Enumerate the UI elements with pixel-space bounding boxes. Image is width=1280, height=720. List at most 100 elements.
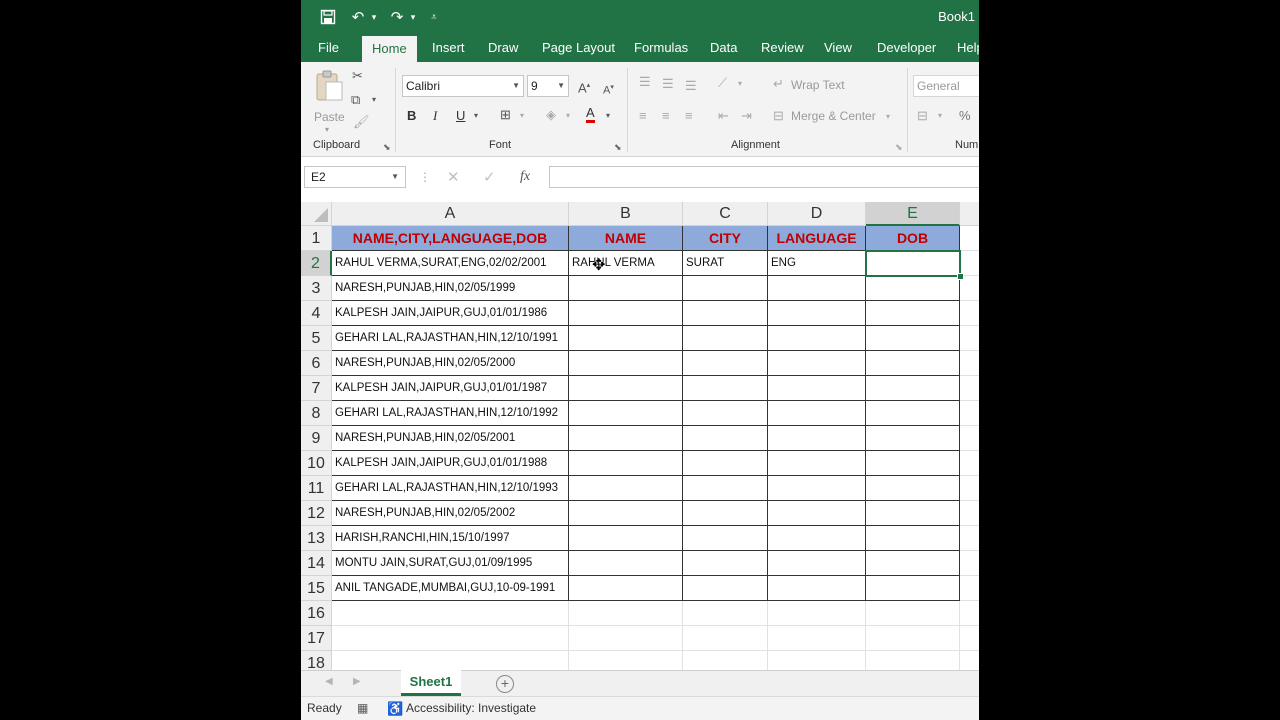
cell-f7[interactable] (960, 376, 979, 401)
cell-c10[interactable] (683, 451, 768, 476)
cell-a6[interactable]: NARESH,PUNJAB,HIN,02/05/2000 (332, 351, 569, 376)
row-header-9[interactable]: 9 (301, 426, 332, 451)
active-cell-selection[interactable] (865, 250, 961, 277)
cell-f1[interactable] (960, 226, 979, 251)
cell-b9[interactable] (569, 426, 683, 451)
merge-center-button[interactable]: Merge & Center (791, 109, 876, 123)
cell-f13[interactable] (960, 526, 979, 551)
cell-f11[interactable] (960, 476, 979, 501)
cell-b15[interactable] (569, 576, 683, 601)
cell-f10[interactable] (960, 451, 979, 476)
cell-c18[interactable] (683, 651, 768, 670)
cell-f12[interactable] (960, 501, 979, 526)
accounting-format-icon[interactable]: ⊟ (917, 108, 928, 124)
row-header-5[interactable]: 5 (301, 326, 332, 351)
customize-icon[interactable]: ⩡ (427, 0, 441, 34)
cell-d8[interactable] (768, 401, 866, 426)
tab-data[interactable]: Data (710, 34, 737, 62)
cell-f8[interactable] (960, 401, 979, 426)
cell-a4[interactable]: KALPESH JAIN,JAIPUR,GUJ,01/01/1986 (332, 301, 569, 326)
cell-d3[interactable] (768, 276, 866, 301)
cell-d15[interactable] (768, 576, 866, 601)
cell-f15[interactable] (960, 576, 979, 601)
cell-a5[interactable]: GEHARI LAL,RAJASTHAN,HIN,12/10/1991 (332, 326, 569, 351)
orientation-icon[interactable]: ⟋ (718, 75, 727, 91)
cell-d6[interactable] (768, 351, 866, 376)
cell-c3[interactable] (683, 276, 768, 301)
increase-indent-icon[interactable]: ⇥ (741, 108, 752, 124)
tab-review[interactable]: Review (761, 34, 804, 62)
cell-a14[interactable]: MONTU JAIN,SURAT,GUJ,01/09/1995 (332, 551, 569, 576)
cell-d18[interactable] (768, 651, 866, 670)
cell-c17[interactable] (683, 626, 768, 651)
row-header-1[interactable]: 1 (301, 226, 332, 251)
font-size-select[interactable]: 9 ▼ (527, 75, 569, 97)
add-sheet-button[interactable]: + (496, 675, 514, 693)
row-header-6[interactable]: 6 (301, 351, 332, 376)
cell-a18[interactable] (332, 651, 569, 670)
fill-handle[interactable] (957, 273, 964, 280)
cell-b17[interactable] (569, 626, 683, 651)
row-header-12[interactable]: 12 (301, 501, 332, 526)
row-header-13[interactable]: 13 (301, 526, 332, 551)
cell-d7[interactable] (768, 376, 866, 401)
tab-formulas[interactable]: Formulas (634, 34, 688, 62)
cell-e11[interactable] (866, 476, 960, 501)
cell-d13[interactable] (768, 526, 866, 551)
row-header-18[interactable]: 18 (301, 651, 332, 670)
align-right-icon[interactable]: ≡ (685, 108, 693, 124)
cell-d9[interactable] (768, 426, 866, 451)
cell-b4[interactable] (569, 301, 683, 326)
row-header-11[interactable]: 11 (301, 476, 332, 501)
decrease-indent-icon[interactable]: ⇤ (718, 108, 729, 124)
macro-record-icon[interactable]: ▦ (357, 697, 368, 720)
cell-e9[interactable] (866, 426, 960, 451)
accessibility-status[interactable]: Accessibility: Investigate (406, 697, 536, 720)
cell-c5[interactable] (683, 326, 768, 351)
cell-c14[interactable] (683, 551, 768, 576)
cancel-icon[interactable]: ✕ (447, 168, 460, 186)
cell-c2[interactable]: SURAT (683, 251, 768, 276)
cell-e8[interactable] (866, 401, 960, 426)
cell-b10[interactable] (569, 451, 683, 476)
accessibility-icon[interactable]: ♿ (387, 697, 403, 720)
clipboard-launcher-icon[interactable]: ⬊ (383, 142, 391, 153)
cell-a15[interactable]: ANIL TANGADE,MUMBAI,GUJ,10-09-1991 (332, 576, 569, 601)
row-header-2[interactable]: 2 (301, 251, 332, 276)
tab-home[interactable]: Home (362, 36, 417, 62)
cell-a10[interactable]: KALPESH JAIN,JAIPUR,GUJ,01/01/1988 (332, 451, 569, 476)
cell-c4[interactable] (683, 301, 768, 326)
cell-c8[interactable] (683, 401, 768, 426)
merge-dropdown-icon[interactable]: ▾ (886, 109, 890, 125)
tab-page-layout[interactable]: Page Layout (542, 34, 615, 62)
cell-e17[interactable] (866, 626, 960, 651)
cell-d14[interactable] (768, 551, 866, 576)
accounting-dropdown-icon[interactable]: ▾ (938, 108, 942, 124)
header-cell-a1[interactable]: NAME,CITY,LANGUAGE,DOB (332, 226, 569, 251)
align-left-icon[interactable]: ≡ (639, 108, 647, 124)
cell-e3[interactable] (866, 276, 960, 301)
cell-b3[interactable] (569, 276, 683, 301)
cell-a17[interactable] (332, 626, 569, 651)
cell-c11[interactable] (683, 476, 768, 501)
row-header-7[interactable]: 7 (301, 376, 332, 401)
cell-b14[interactable] (569, 551, 683, 576)
cell-c6[interactable] (683, 351, 768, 376)
cell-b6[interactable] (569, 351, 683, 376)
cell-d16[interactable] (768, 601, 866, 626)
cell-c16[interactable] (683, 601, 768, 626)
sheet-tab-sheet1[interactable]: Sheet1 (401, 670, 461, 696)
row-header-3[interactable]: 3 (301, 276, 332, 301)
cell-d5[interactable] (768, 326, 866, 351)
orientation-dropdown-icon[interactable]: ▾ (738, 76, 742, 92)
align-middle-icon[interactable]: ☰ (662, 76, 674, 92)
row-header-10[interactable]: 10 (301, 451, 332, 476)
cut-icon[interactable]: ✂ (352, 68, 363, 84)
cell-a2[interactable]: RAHUL VERMA,SURAT,ENG,02/02/2001 (332, 251, 569, 276)
wrap-text-button[interactable]: Wrap Text (791, 78, 845, 92)
cell-b5[interactable] (569, 326, 683, 351)
underline-button[interactable]: U (456, 108, 465, 124)
cell-c12[interactable] (683, 501, 768, 526)
align-top-icon[interactable]: ☰ (639, 74, 651, 90)
number-format-select[interactable]: General (913, 75, 979, 97)
